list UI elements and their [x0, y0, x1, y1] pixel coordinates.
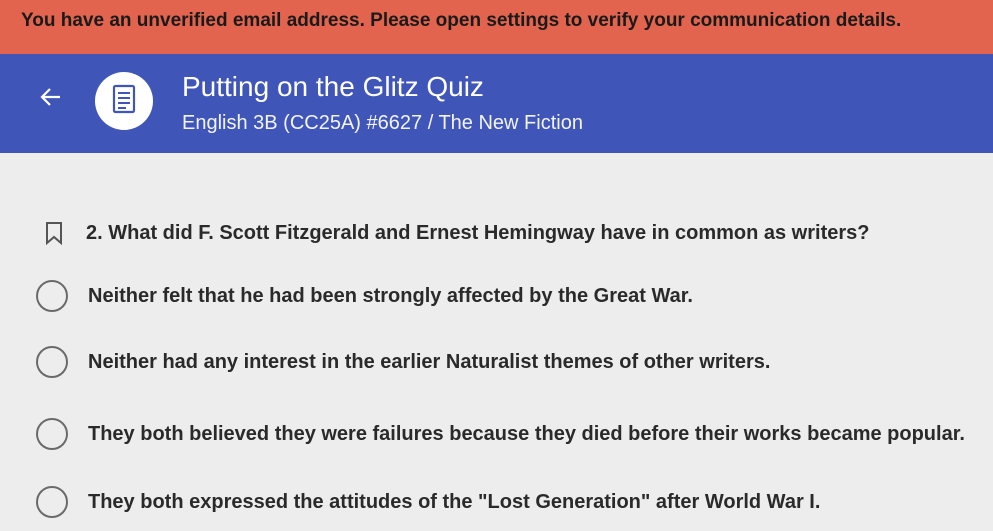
answer-option-1[interactable]: Neither felt that he had been strongly a…: [36, 280, 693, 312]
answer-option-4[interactable]: They both expressed the attitudes of the…: [36, 486, 820, 518]
course-breadcrumb: English 3B (CC25A) #6627 / The New Ficti…: [182, 112, 583, 134]
answer-option-label: Neither had any interest in the earlier …: [88, 350, 771, 373]
question: 2. What did F. Scott Fitzgerald and Erne…: [42, 220, 870, 246]
answer-option-label: Neither felt that he had been strongly a…: [88, 284, 693, 307]
arrow-left-icon: [40, 86, 62, 113]
question-text: 2. What did F. Scott Fitzgerald and Erne…: [86, 221, 870, 244]
radio-button[interactable]: [36, 418, 68, 450]
answer-option-2[interactable]: Neither had any interest in the earlier …: [36, 346, 770, 378]
quiz-title: Putting on the Glitz Quiz: [182, 71, 484, 102]
radio-button[interactable]: [36, 346, 68, 378]
radio-button[interactable]: [36, 280, 68, 312]
quiz-icon-badge: [95, 72, 153, 130]
list-document-icon: [112, 84, 136, 119]
answer-option-label: They both believed they were failures be…: [88, 422, 965, 445]
unverified-email-banner[interactable]: You have an unverified email address. Pl…: [0, 0, 993, 54]
bookmark-icon[interactable]: [42, 220, 66, 246]
back-button[interactable]: [36, 84, 66, 114]
quiz-header: Putting on the Glitz Quiz English 3B (CC…: [0, 54, 993, 153]
radio-button[interactable]: [36, 486, 68, 518]
question-panel: 2. What did F. Scott Fitzgerald and Erne…: [0, 153, 993, 531]
answer-option-3[interactable]: They both believed they were failures be…: [36, 418, 965, 450]
banner-message: You have an unverified email address. Pl…: [21, 10, 902, 31]
answer-option-label: They both expressed the attitudes of the…: [88, 490, 821, 513]
